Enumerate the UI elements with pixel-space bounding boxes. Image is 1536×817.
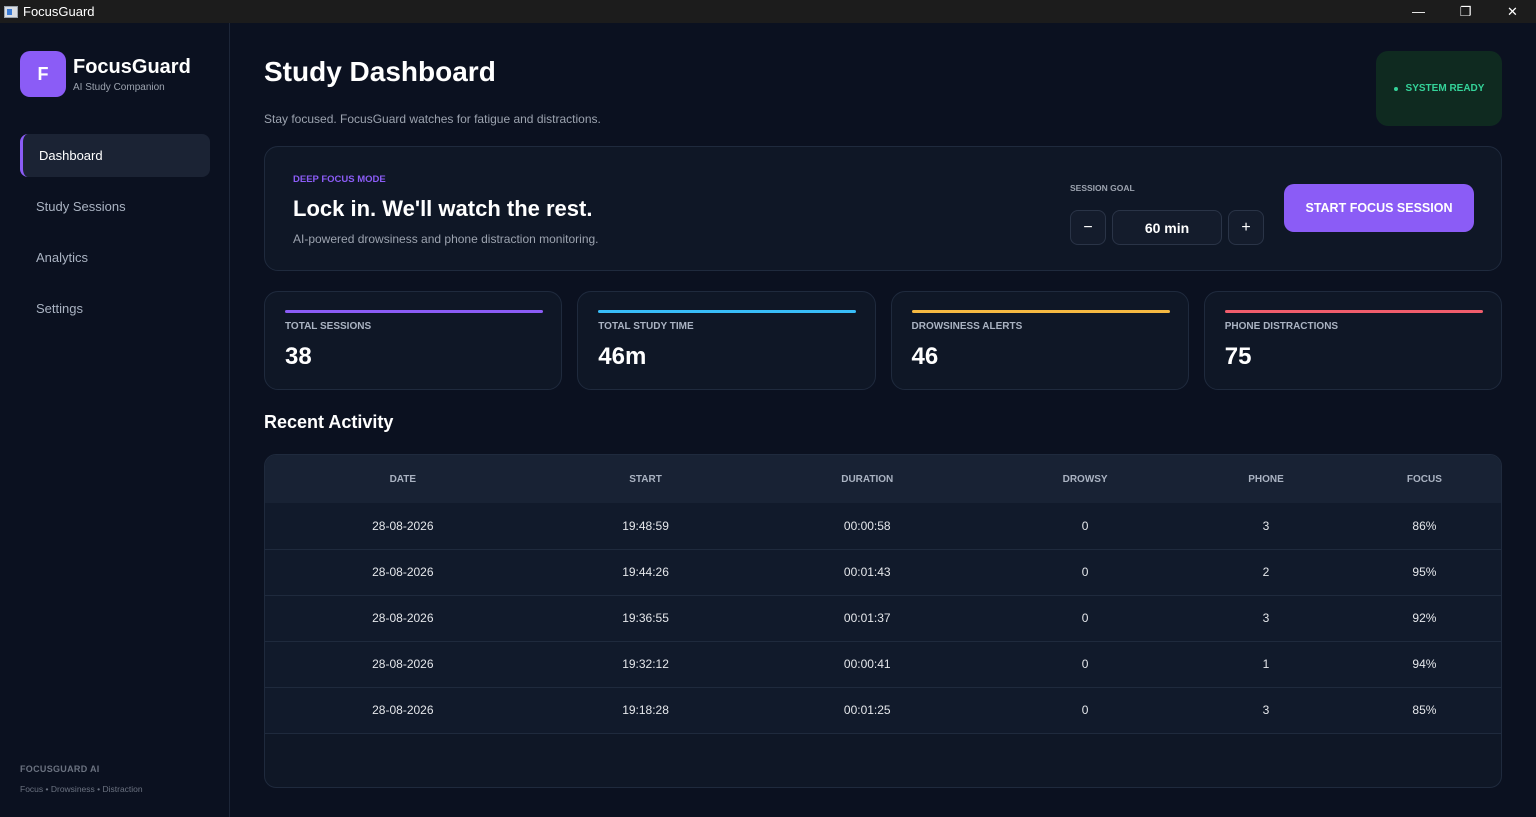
table-cell: 28-08-2026: [265, 503, 541, 550]
stat-card-total-study-time: TOTAL STUDY TIME 46m: [577, 291, 876, 390]
session-goal-label: SESSION GOAL: [1070, 183, 1135, 193]
brand-name: FocusGuard: [73, 56, 191, 78]
stat-accent-bar: [1224, 310, 1483, 313]
table-cell: 0: [984, 595, 1187, 642]
table-cell: 2: [1186, 549, 1346, 596]
page-subtitle: Stay focused. FocusGuard watches for fat…: [264, 112, 601, 126]
window-title: FocusGuard: [23, 4, 95, 19]
table-cell: 19:36:55: [540, 595, 751, 642]
column-header[interactable]: START: [541, 455, 751, 503]
table-cell: 0: [984, 503, 1187, 550]
table-cell: 19:18:28: [540, 687, 751, 734]
table-cell: 3: [1186, 687, 1346, 734]
page-title: Study Dashboard: [264, 56, 496, 87]
table-cell: 0: [984, 641, 1187, 688]
stat-card-drowsiness-alerts: DROWSINESS ALERTS 46: [890, 291, 1189, 390]
column-header[interactable]: DATE: [265, 455, 541, 503]
stats-row: TOTAL SESSIONS 38 TOTAL STUDY TIME 46m D…: [264, 291, 1502, 390]
stat-label: DROWSINESS ALERTS: [911, 321, 1023, 332]
stat-label: TOTAL SESSIONS: [285, 321, 372, 332]
table-cell: 3: [1186, 595, 1346, 642]
stat-value: 38: [285, 343, 312, 370]
increase-goal-button[interactable]: +: [1228, 210, 1264, 245]
close-button[interactable]: ✕: [1489, 0, 1536, 23]
sidebar: F FocusGuard AI Study Companion Dashboar…: [0, 23, 230, 817]
main-content: Study Dashboard Stay focused. FocusGuard…: [264, 23, 1502, 817]
table-cell: 00:01:43: [750, 549, 985, 596]
status-badge: SYSTEM READY: [1376, 51, 1502, 126]
column-header[interactable]: DROWSY: [984, 455, 1186, 503]
window-controls: — ❐ ✕: [1395, 0, 1536, 23]
table-cell: 00:01:37: [750, 595, 985, 642]
brand-text: FocusGuard AI Study Companion: [73, 55, 191, 93]
table-cell: 19:48:59: [540, 503, 751, 550]
table-cell: 28-08-2026: [265, 687, 541, 734]
table-row[interactable]: 28-08-2026 19:48:59 00:00:58 0 3 86%: [265, 503, 1501, 550]
table-cell: 3: [1186, 503, 1346, 550]
hero-title: Lock in. We'll watch the rest.: [293, 196, 593, 221]
stat-accent-bar: [285, 310, 543, 313]
start-focus-session-button[interactable]: START FOCUS SESSION: [1284, 184, 1474, 232]
stat-accent-bar: [598, 310, 857, 313]
recent-activity-title: Recent Activity: [264, 412, 394, 432]
restore-button[interactable]: ❐: [1442, 0, 1489, 23]
table-row[interactable]: 28-08-2026 19:32:12 00:00:41 0 1 94%: [265, 641, 1501, 688]
focus-mode-card: DEEP FOCUS MODE Lock in. We'll watch the…: [264, 146, 1502, 271]
table-cell: 0: [984, 687, 1187, 734]
session-goal-value: 60 min: [1112, 210, 1222, 245]
sidebar-footer: FOCUSGUARD AI Focus • Drowsiness • Distr…: [20, 764, 143, 794]
sidebar-item-dashboard[interactable]: Dashboard: [20, 134, 210, 177]
stat-value: 75: [1224, 343, 1252, 370]
brand-subtitle: AI Study Companion: [73, 82, 165, 93]
table-cell: 28-08-2026: [265, 641, 541, 688]
sidebar-item-analytics[interactable]: Analytics: [20, 236, 210, 279]
table-row[interactable]: 28-08-2026 19:44:26 00:01:43 0 2 95%: [265, 549, 1501, 596]
stat-card-total-sessions: TOTAL SESSIONS 38: [264, 291, 563, 390]
table-cell: 19:44:26: [540, 549, 751, 596]
sidebar-nav: Dashboard Study Sessions Analytics Setti…: [20, 134, 210, 338]
footer-title: FOCUSGUARD AI: [20, 764, 100, 774]
status-text: SYSTEM READY: [1405, 83, 1485, 94]
table-cell: 28-08-2026: [265, 595, 541, 642]
table-cell: 00:00:41: [750, 641, 985, 688]
sidebar-item-study-sessions[interactable]: Study Sessions: [20, 185, 210, 228]
table-cell: 00:00:58: [750, 503, 985, 550]
decrease-goal-button[interactable]: −: [1070, 210, 1106, 245]
stat-card-phone-distractions: PHONE DISTRACTIONS 75: [1203, 291, 1502, 390]
table-cell: 92%: [1345, 595, 1501, 642]
table-cell: 28-08-2026: [265, 549, 541, 596]
activity-table: DATE START DURATION DROWSY PHONE FOCUS 2…: [265, 455, 1501, 734]
app-icon: [4, 5, 18, 18]
stat-label: PHONE DISTRACTIONS: [1224, 321, 1339, 332]
table-header-row: DATE START DURATION DROWSY PHONE FOCUS: [265, 455, 1501, 503]
stat-label: TOTAL STUDY TIME: [598, 321, 694, 332]
table-cell: 1: [1186, 641, 1346, 688]
table-cell: 00:01:25: [750, 687, 985, 734]
brand: F FocusGuard AI Study Companion: [20, 51, 191, 97]
table-row[interactable]: 28-08-2026 19:36:55 00:01:37 0 3 92%: [265, 595, 1501, 642]
table-cell: 19:32:12: [540, 641, 751, 688]
brand-logo: F: [20, 51, 66, 97]
sidebar-item-settings[interactable]: Settings: [20, 287, 210, 330]
table-row[interactable]: 28-08-2026 19:18:28 00:01:25 0 3 85%: [265, 687, 1501, 734]
column-header[interactable]: DURATION: [750, 455, 984, 503]
hero-description: AI-powered drowsiness and phone distract…: [293, 232, 599, 246]
recent-activity-table: DATE START DURATION DROWSY PHONE FOCUS 2…: [264, 454, 1502, 788]
stat-accent-bar: [911, 310, 1170, 313]
table-cell: 0: [984, 549, 1187, 596]
table-cell: 86%: [1345, 503, 1501, 550]
column-header[interactable]: FOCUS: [1346, 455, 1501, 503]
stat-value: 46: [911, 343, 939, 370]
table-cell: 85%: [1345, 687, 1501, 734]
minimize-button[interactable]: —: [1395, 0, 1442, 23]
window-titlebar: FocusGuard — ❐ ✕: [0, 0, 1536, 23]
status-dot-icon: [1393, 86, 1398, 91]
table-cell: 95%: [1345, 549, 1501, 596]
table-cell: 94%: [1345, 641, 1501, 688]
stat-value: 46m: [598, 343, 647, 370]
footer-subtitle: Focus • Drowsiness • Distraction: [20, 784, 143, 794]
hero-kicker: DEEP FOCUS MODE: [293, 174, 386, 185]
column-header[interactable]: PHONE: [1186, 455, 1346, 503]
